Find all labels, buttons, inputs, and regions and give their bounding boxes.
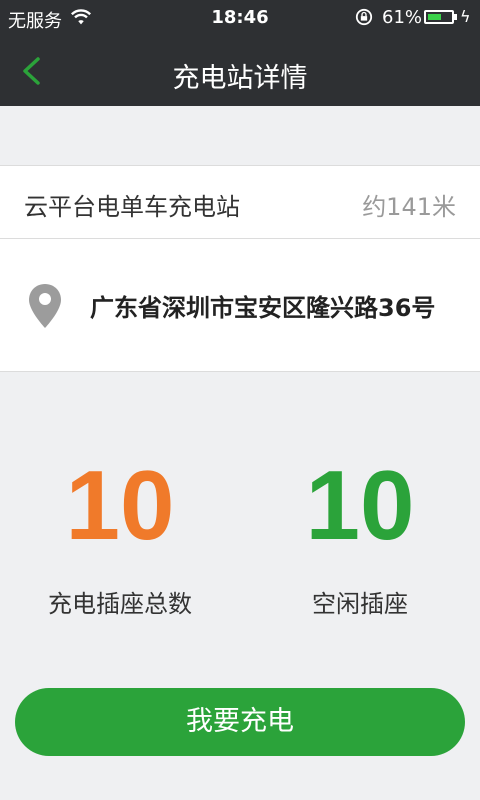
- battery-tip: [454, 14, 457, 20]
- battery-fill: [428, 14, 442, 20]
- start-charging-button[interactable]: 我要充电: [15, 688, 465, 756]
- total-sockets-stat: 10 充电插座总数: [0, 450, 240, 619]
- station-row: 云平台电单车充电站 约141米: [0, 165, 480, 239]
- nav-bar: 充电站详情: [0, 36, 480, 106]
- charging-bolt-icon: ϟ: [460, 7, 471, 26]
- total-sockets-count: 10: [65, 450, 175, 560]
- address-text: 广东省深圳市宝安区隆兴路36号: [90, 294, 436, 322]
- location-pin-icon: [29, 284, 61, 328]
- free-sockets-stat: 10 空闲插座: [240, 450, 480, 619]
- status-bar: 无服务 18:46 61% ϟ: [0, 0, 480, 36]
- battery-icon: [424, 10, 454, 24]
- free-sockets-label: 空闲插座: [312, 590, 408, 618]
- page-title: 充电站详情: [172, 63, 308, 94]
- station-name: 云平台电单车充电站: [24, 193, 240, 221]
- total-sockets-label: 充电插座总数: [48, 590, 192, 618]
- free-sockets-count: 10: [305, 450, 415, 560]
- address-row[interactable]: 广东省深圳市宝安区隆兴路36号: [0, 238, 480, 372]
- station-distance: 约141米: [362, 193, 456, 221]
- battery-percent: 61%: [382, 7, 423, 28]
- rotation-lock-icon: [355, 8, 373, 26]
